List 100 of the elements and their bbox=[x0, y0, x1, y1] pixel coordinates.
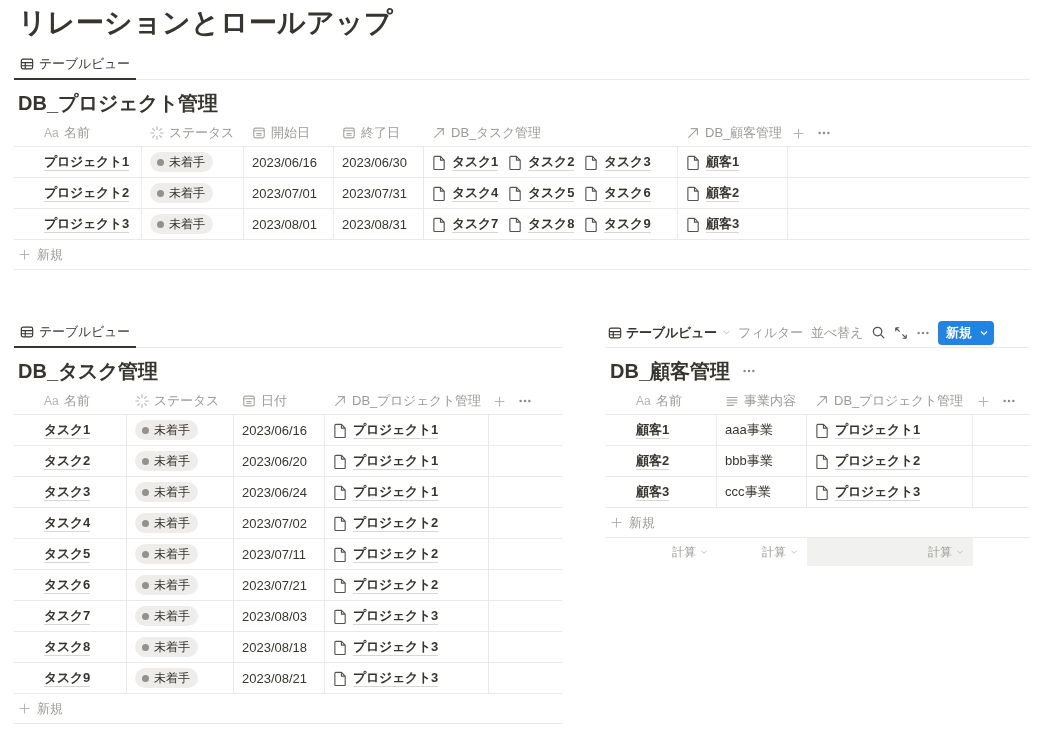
page-icon bbox=[686, 185, 701, 201]
relation-link[interactable]: タスク8 bbox=[528, 215, 575, 233]
calendar-icon bbox=[252, 126, 266, 140]
page-icon bbox=[333, 422, 348, 438]
table-cell: 2023/06/16 bbox=[244, 147, 334, 177]
row-title-link[interactable]: タスク5 bbox=[44, 545, 91, 563]
page-icon bbox=[584, 185, 600, 201]
page-icon bbox=[508, 216, 524, 232]
table-cell: 2023/08/21 bbox=[234, 663, 325, 693]
status-tag: 未着手 bbox=[135, 482, 198, 502]
title-type-icon: Aa bbox=[44, 126, 59, 140]
relation-link[interactable]: プロジェクト1 bbox=[353, 483, 439, 501]
database-title: DB_タスク管理 bbox=[18, 359, 158, 384]
relation-link[interactable]: タスク3 bbox=[604, 153, 651, 171]
arrow-icon bbox=[815, 394, 829, 408]
table-cell: 2023/06/24 bbox=[234, 477, 325, 507]
status-icon bbox=[135, 394, 149, 408]
relation-link[interactable]: プロジェクト2 bbox=[353, 545, 439, 563]
page-icon bbox=[333, 515, 348, 531]
relation-link[interactable]: プロジェクト2 bbox=[353, 576, 439, 594]
relation-link[interactable]: タスク9 bbox=[604, 215, 651, 233]
row-title-link[interactable]: 顧客1 bbox=[636, 421, 670, 439]
add-icon bbox=[18, 248, 31, 261]
status-tag: 未着手 bbox=[150, 152, 213, 172]
title-type-icon: Aa bbox=[44, 394, 59, 408]
table-cell: 2023/06/16 bbox=[234, 415, 325, 445]
table-cell: 2023/07/31 bbox=[334, 178, 424, 208]
table-cell: 2023/08/01 bbox=[244, 209, 334, 239]
title-type-icon: Aa bbox=[636, 394, 651, 408]
row-title-link[interactable]: タスク1 bbox=[44, 421, 91, 439]
row-title-link[interactable]: 顧客2 bbox=[636, 452, 670, 470]
add-icon bbox=[610, 516, 623, 529]
new-button[interactable]: 新規 bbox=[938, 320, 994, 345]
page-icon bbox=[333, 639, 348, 655]
add-icon[interactable] bbox=[792, 126, 805, 140]
relation-link[interactable]: タスク7 bbox=[452, 215, 499, 233]
database-title: DB_顧客管理 bbox=[610, 359, 730, 384]
table-cell: 2023/08/31 bbox=[334, 209, 424, 239]
add-icon bbox=[18, 702, 31, 715]
row-title-link[interactable]: プロジェクト2 bbox=[44, 184, 130, 202]
page-icon bbox=[815, 453, 830, 469]
relation-link[interactable]: プロジェクト3 bbox=[835, 483, 921, 501]
page-icon bbox=[432, 185, 447, 201]
page-icon bbox=[584, 216, 600, 232]
relation-link[interactable]: プロジェクト3 bbox=[353, 607, 439, 625]
row-title-link[interactable]: タスク4 bbox=[44, 514, 91, 532]
relation-link[interactable]: 顧客1 bbox=[706, 153, 740, 171]
table-cell: 2023/08/03 bbox=[234, 601, 325, 631]
table-icon bbox=[608, 325, 622, 340]
page-icon bbox=[508, 185, 524, 201]
table-cell: 2023/06/20 bbox=[234, 446, 325, 476]
table-icon bbox=[20, 57, 34, 71]
expand-icon[interactable] bbox=[894, 325, 908, 340]
relation-link[interactable]: タスク6 bbox=[604, 184, 651, 202]
view-dropdown[interactable]: テーブルビュー bbox=[606, 323, 734, 342]
page-icon bbox=[432, 154, 447, 170]
row-title-link[interactable]: タスク3 bbox=[44, 483, 91, 501]
page-icon bbox=[333, 484, 348, 500]
relation-link[interactable]: プロジェクト1 bbox=[835, 421, 921, 439]
search-icon[interactable] bbox=[871, 325, 886, 340]
relation-link[interactable]: プロジェクト1 bbox=[353, 452, 439, 470]
row-title-link[interactable]: タスク7 bbox=[44, 607, 91, 625]
page-icon bbox=[333, 546, 348, 562]
relation-link[interactable]: プロジェクト2 bbox=[835, 452, 921, 470]
relation-link[interactable]: タスク1 bbox=[452, 153, 499, 171]
row-title-link[interactable]: タスク6 bbox=[44, 576, 91, 594]
table-cell: bbb事業 bbox=[717, 446, 807, 476]
view-tab[interactable]: テーブルビュー bbox=[14, 318, 136, 348]
status-tag: 未着手 bbox=[150, 183, 213, 203]
row-title-link[interactable]: タスク8 bbox=[44, 638, 91, 656]
page-icon bbox=[815, 484, 830, 500]
page-title: リレーションとロールアップ bbox=[18, 6, 393, 40]
table-cell: 2023/07/02 bbox=[234, 508, 325, 538]
table-cell: ccc事業 bbox=[717, 477, 807, 507]
status-icon bbox=[150, 126, 164, 140]
relation-link[interactable]: 顧客2 bbox=[706, 184, 740, 202]
row-title-link[interactable]: タスク2 bbox=[44, 452, 91, 470]
status-tag: 未着手 bbox=[135, 420, 198, 440]
relation-link[interactable]: タスク5 bbox=[528, 184, 575, 202]
relation-link[interactable]: タスク2 bbox=[528, 153, 575, 171]
relation-link[interactable]: プロジェクト1 bbox=[353, 421, 439, 439]
relation-link[interactable]: プロジェクト3 bbox=[353, 638, 439, 656]
row-title-link[interactable]: 顧客3 bbox=[636, 483, 670, 501]
row-title-link[interactable]: タスク9 bbox=[44, 669, 91, 687]
relation-link[interactable]: プロジェクト2 bbox=[353, 514, 439, 532]
row-title-link[interactable]: プロジェクト1 bbox=[44, 153, 130, 171]
page-icon bbox=[686, 216, 701, 232]
page-icon bbox=[508, 154, 524, 170]
table-cell: 2023/08/18 bbox=[234, 632, 325, 662]
calendar-icon bbox=[342, 126, 356, 140]
status-tag: 未着手 bbox=[135, 668, 198, 688]
relation-link[interactable]: タスク4 bbox=[452, 184, 499, 202]
row-title-link[interactable]: プロジェクト3 bbox=[44, 215, 130, 233]
calendar-icon bbox=[242, 394, 256, 408]
add-icon[interactable] bbox=[977, 394, 990, 408]
relation-link[interactable]: プロジェクト3 bbox=[353, 669, 439, 687]
page-icon bbox=[333, 608, 348, 624]
view-tab[interactable]: テーブルビュー bbox=[14, 50, 136, 80]
add-icon[interactable] bbox=[493, 394, 506, 408]
relation-link[interactable]: 顧客3 bbox=[706, 215, 740, 233]
